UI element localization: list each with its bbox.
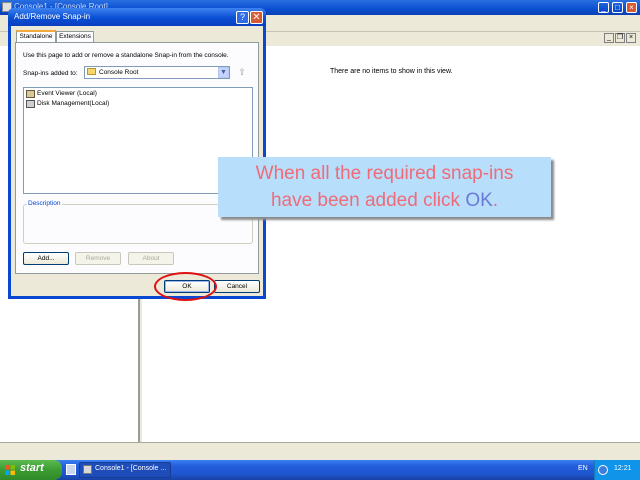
add-button[interactable]: Add... bbox=[23, 252, 69, 265]
inner-restore-icon[interactable]: ❐ bbox=[615, 33, 625, 43]
inner-close-icon[interactable]: × bbox=[626, 33, 636, 43]
tray-icon[interactable] bbox=[598, 465, 608, 475]
chevron-down-icon[interactable]: ▼ bbox=[218, 67, 229, 78]
folder-icon bbox=[87, 68, 96, 75]
up-one-level-icon[interactable]: ⇧ bbox=[236, 67, 248, 78]
list-item[interactable]: Disk Management(Local) bbox=[37, 100, 109, 107]
close-icon[interactable]: × bbox=[626, 2, 637, 13]
remove-button[interactable]: Remove bbox=[75, 252, 121, 265]
snapins-added-to-value: Console Root bbox=[99, 69, 139, 76]
dialog-close-button[interactable]: ✕ bbox=[250, 11, 263, 24]
windows-logo-icon bbox=[5, 465, 15, 475]
event-viewer-icon bbox=[26, 90, 35, 98]
description-label: Description bbox=[27, 200, 62, 207]
help-button[interactable]: ? bbox=[236, 11, 249, 24]
ok-highlight-circle bbox=[154, 272, 217, 301]
instruction-text: Use this page to add or remove a standal… bbox=[23, 52, 229, 59]
disk-management-icon bbox=[26, 100, 35, 108]
cancel-button[interactable]: Cancel bbox=[214, 280, 260, 293]
start-label: start bbox=[20, 462, 44, 474]
tab-standalone[interactable]: Standalone bbox=[16, 30, 56, 42]
empty-view-message: There are no items to show in this view. bbox=[330, 68, 453, 75]
callout-line-1: When all the required snap-ins bbox=[255, 163, 514, 184]
callout-ok-highlight: OK bbox=[465, 190, 493, 211]
callout-line-2-suffix: . bbox=[492, 190, 499, 211]
about-button[interactable]: About bbox=[128, 252, 174, 265]
callout-text: When all the required snap-ins have been… bbox=[218, 160, 551, 214]
language-indicator[interactable]: EN bbox=[578, 465, 588, 472]
callout-line-2-prefix: have been added click bbox=[270, 190, 466, 211]
callout-line-2: have been added click OK. bbox=[218, 187, 551, 214]
clock: 12:21 bbox=[614, 465, 632, 472]
inner-minimize-icon[interactable]: _ bbox=[604, 33, 614, 43]
snapins-added-to-label: Snap-ins added to: bbox=[23, 70, 78, 77]
console-icon bbox=[83, 465, 92, 474]
list-item[interactable]: Event Viewer (Local) bbox=[37, 90, 97, 97]
minimize-icon[interactable]: _ bbox=[598, 2, 609, 13]
dialog-title: Add/Remove Snap-in bbox=[14, 12, 91, 21]
maximize-icon[interactable]: □ bbox=[612, 2, 623, 13]
quick-launch-icon[interactable] bbox=[66, 464, 76, 475]
status-bar bbox=[0, 442, 640, 461]
tab-extensions[interactable]: Extensions bbox=[56, 31, 94, 42]
taskbar-console-label: Console1 - [Console ... bbox=[95, 465, 167, 472]
